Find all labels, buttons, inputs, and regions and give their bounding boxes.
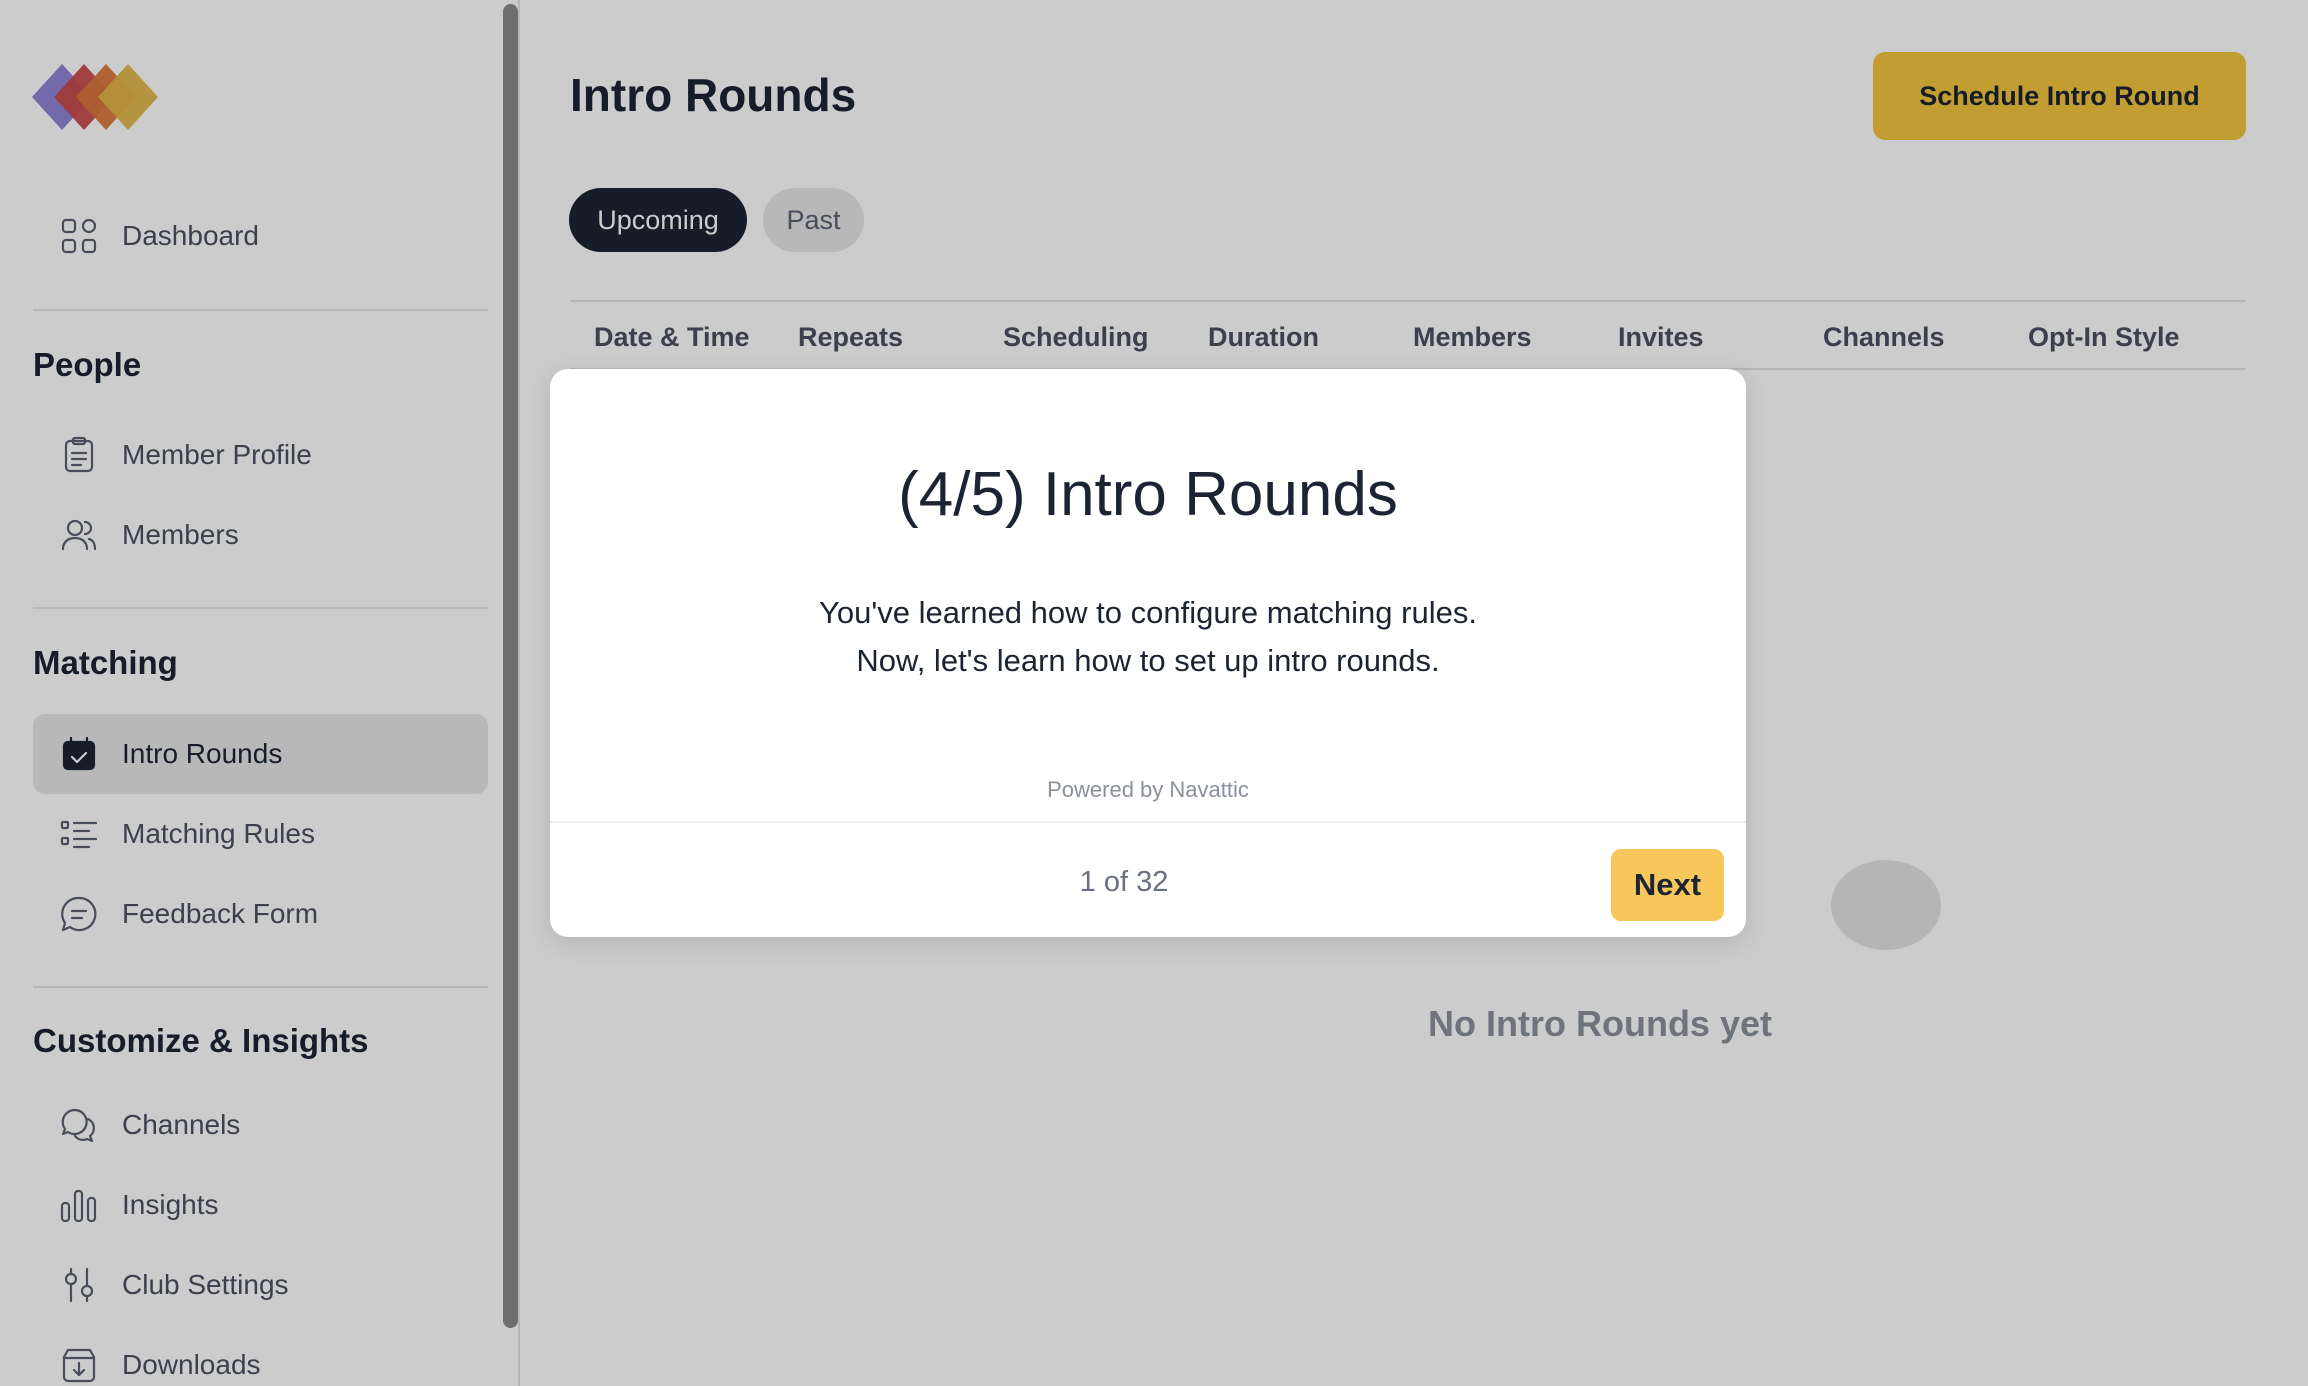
walkthrough-modal: (4/5) Intro Rounds You've learned how to…: [550, 369, 1746, 937]
next-button[interactable]: Next: [1611, 849, 1724, 921]
modal-body: You've learned how to configure matching…: [550, 589, 1746, 685]
divider: [550, 821, 1746, 823]
powered-by-link[interactable]: Powered by Navattic: [550, 777, 1746, 803]
modal-body-line: Now, let's learn how to set up intro rou…: [856, 643, 1440, 678]
modal-body-line: You've learned how to configure matching…: [819, 595, 1477, 630]
modal-title: (4/5) Intro Rounds: [898, 460, 1398, 529]
step-progress: 1 of 32: [1079, 866, 1169, 898]
